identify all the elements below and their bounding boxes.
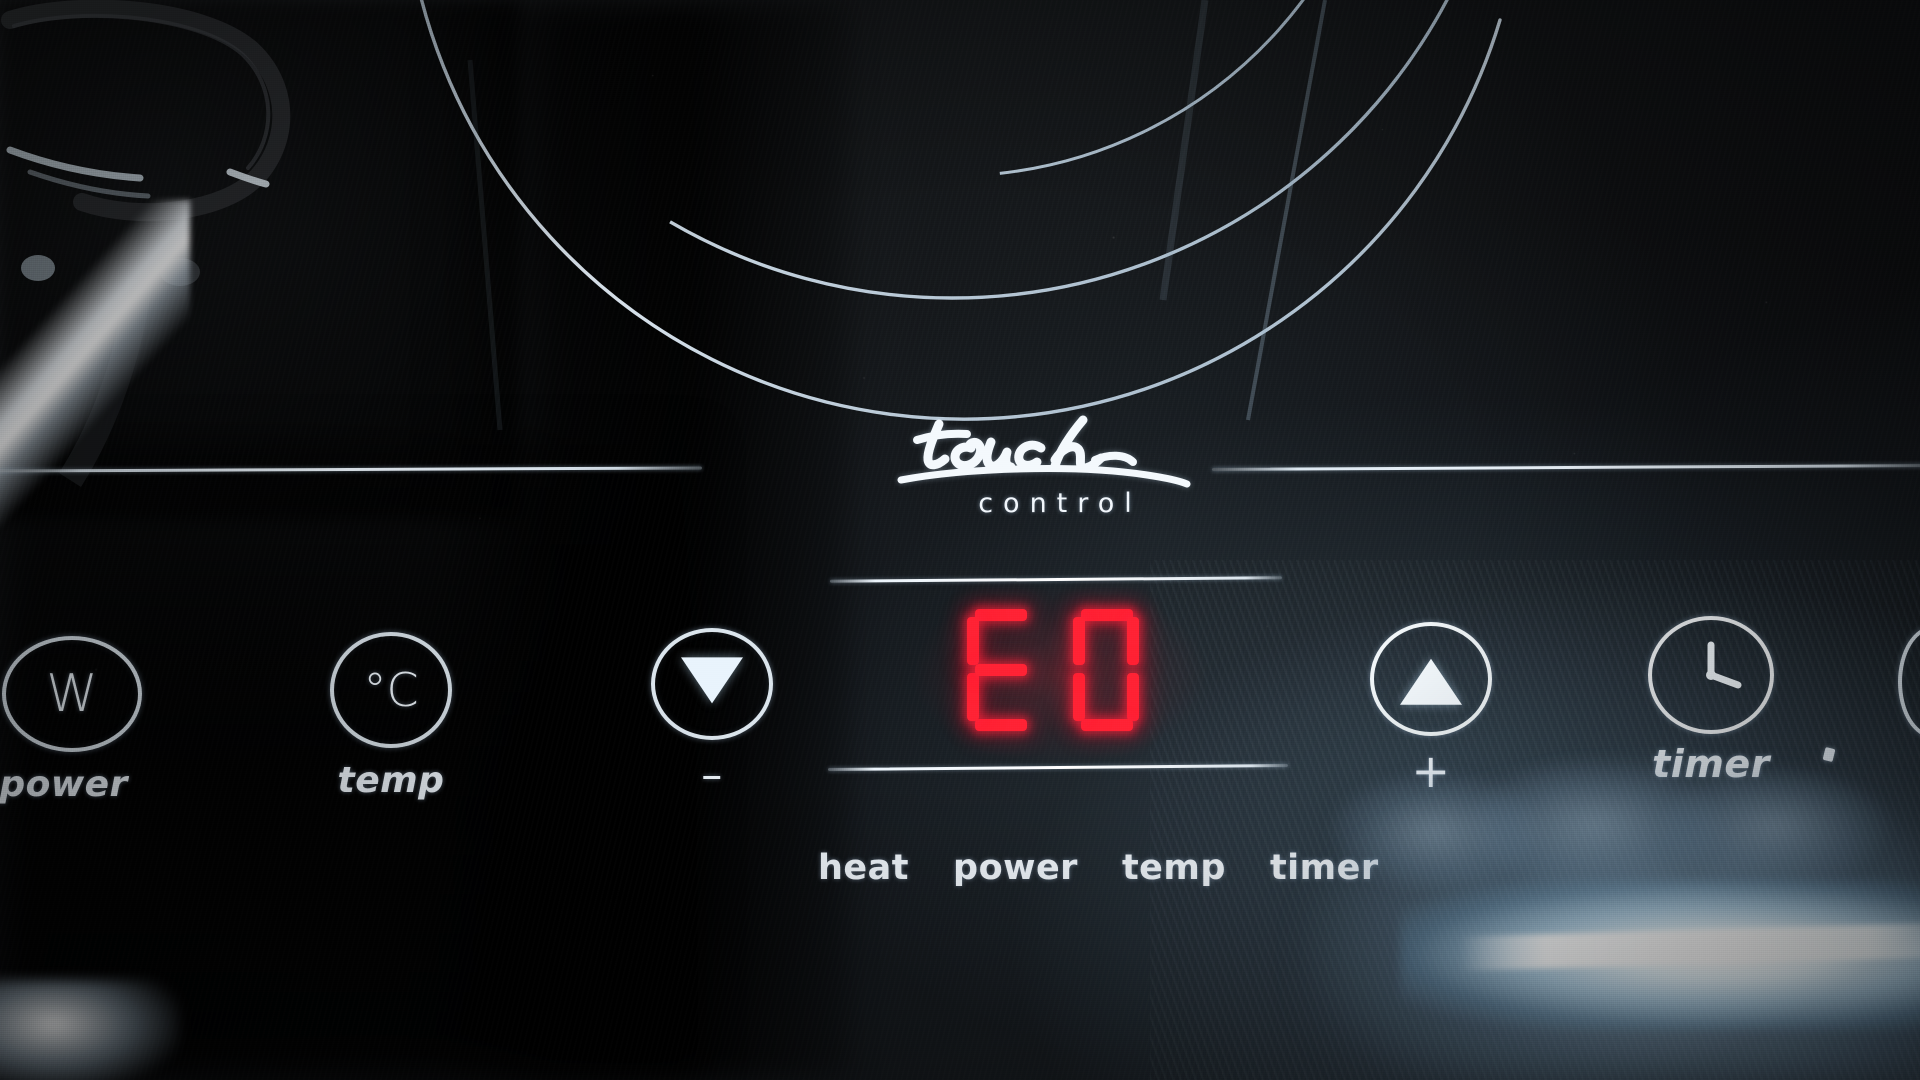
decrease-button-ring[interactable] <box>651 628 773 740</box>
lid-reflection-lower <box>0 980 180 1080</box>
decrease-button[interactable]: – <box>651 628 773 799</box>
segment-c <box>1127 673 1139 721</box>
function-label-power: power <box>953 848 1078 888</box>
segment-g <box>975 664 1027 676</box>
edge-button-partial[interactable] <box>1898 626 1920 738</box>
function-label-temp: temp <box>1121 848 1226 888</box>
lid-reflection <box>0 200 190 530</box>
timer-button[interactable]: timer <box>1648 616 1774 786</box>
led-digit-1 <box>959 607 1045 733</box>
segment-d <box>1081 719 1133 731</box>
decrease-button-label: – <box>701 750 723 799</box>
segment-e <box>1073 673 1085 721</box>
temp-button-ring[interactable]: °C <box>330 632 452 748</box>
power-button-ring[interactable]: W <box>2 636 142 752</box>
celsius-icon: °C <box>363 663 419 717</box>
segment-b <box>1127 617 1139 665</box>
segment-f <box>1073 617 1085 665</box>
segment-d <box>975 719 1027 731</box>
power-button[interactable]: W power <box>0 636 142 805</box>
brand-logo: control <box>895 412 1215 530</box>
led-display <box>940 604 1170 736</box>
clock-icon <box>1706 641 1742 689</box>
edge-button-ring[interactable] <box>1898 626 1920 738</box>
segment-a <box>1081 609 1133 621</box>
touch-script-logo <box>897 415 1191 488</box>
temp-button-label: temp <box>337 760 445 801</box>
fingerprint-smudge <box>1660 768 1890 886</box>
power-button-label: power <box>0 764 128 805</box>
segment-a <box>975 609 1027 621</box>
increase-button-ring[interactable] <box>1370 622 1492 736</box>
hob-control-panel: control E0 W p <box>0 0 1920 1080</box>
triangle-up-icon <box>1400 658 1462 705</box>
segment-e <box>967 673 979 721</box>
logo-word-control: control <box>978 488 1142 519</box>
temp-button[interactable]: °C temp <box>330 632 452 801</box>
increase-button[interactable]: + <box>1370 622 1492 798</box>
function-label-heat: heat <box>818 848 910 888</box>
watt-icon: W <box>46 664 98 724</box>
function-label-row: heat power temp timer <box>818 848 1379 888</box>
timer-button-ring[interactable] <box>1648 616 1774 734</box>
segment-f <box>967 617 979 665</box>
led-digit-2 <box>1065 607 1151 733</box>
triangle-down-icon <box>681 657 743 704</box>
